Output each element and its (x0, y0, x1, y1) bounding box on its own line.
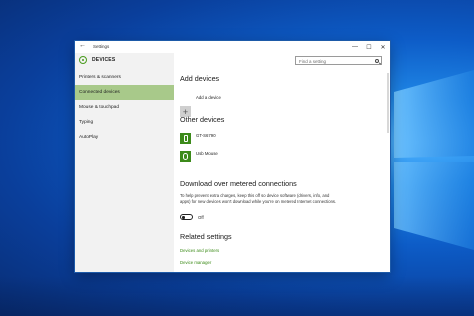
add-device-label[interactable]: Add a device (196, 95, 221, 100)
window-controls: — ☐ ✕ (348, 41, 390, 53)
device-name-gt-s6790[interactable]: GT-S6790 (196, 133, 216, 138)
scrollbar[interactable] (387, 73, 389, 133)
sidebar-header: DEVICES (79, 56, 115, 64)
sidebar-item-connected-devices[interactable]: Connected devices (75, 85, 174, 100)
other-devices-heading: Other devices (180, 115, 225, 124)
minimize-button[interactable]: — (348, 41, 362, 53)
settings-window: ← Settings — ☐ ✕ DEVICES Printers & scan… (75, 41, 390, 272)
phone-icon (180, 133, 191, 144)
toggle-state-label: Off (198, 215, 204, 220)
title-bar: ← Settings — ☐ ✕ (75, 41, 390, 53)
close-button[interactable]: ✕ (376, 41, 390, 53)
search-placeholder: Find a setting (299, 58, 327, 64)
search-icon[interactable] (375, 58, 379, 63)
gear-icon (79, 56, 87, 64)
back-arrow-icon[interactable]: ← (79, 42, 86, 49)
related-settings-heading: Related settings (180, 232, 232, 241)
sidebar-item-printers-scanners[interactable]: Printers & scanners (75, 70, 174, 85)
metered-toggle[interactable] (180, 214, 193, 220)
windows-logo (394, 70, 474, 250)
sidebar-title: DEVICES (92, 57, 116, 63)
link-devices-printers[interactable]: Devices and printers (180, 248, 219, 253)
sidebar-item-autoplay[interactable]: AutoPlay (75, 130, 174, 145)
search-input[interactable]: Find a setting (295, 56, 382, 65)
maximize-button[interactable]: ☐ (362, 41, 376, 53)
link-device-manager[interactable]: Device manager (180, 260, 211, 265)
toggle-knob (182, 216, 185, 219)
sidebar-item-typing[interactable]: Typing (75, 115, 174, 130)
metered-description: To help prevent extra charges, keep this… (180, 193, 337, 204)
window-title: Settings (93, 44, 110, 49)
mouse-icon (180, 151, 191, 162)
sidebar: DEVICES Printers & scanners Connected de… (75, 53, 174, 272)
add-devices-heading: Add devices (180, 74, 220, 83)
main-content: Find a setting Add devices + Add a devic… (174, 53, 390, 272)
metered-heading: Download over metered connections (180, 179, 297, 188)
desktop-shade (0, 276, 474, 316)
device-name-usb-mouse[interactable]: Usb Mouse (196, 151, 218, 156)
sidebar-item-mouse-touchpad[interactable]: Mouse & touchpad (75, 100, 174, 115)
